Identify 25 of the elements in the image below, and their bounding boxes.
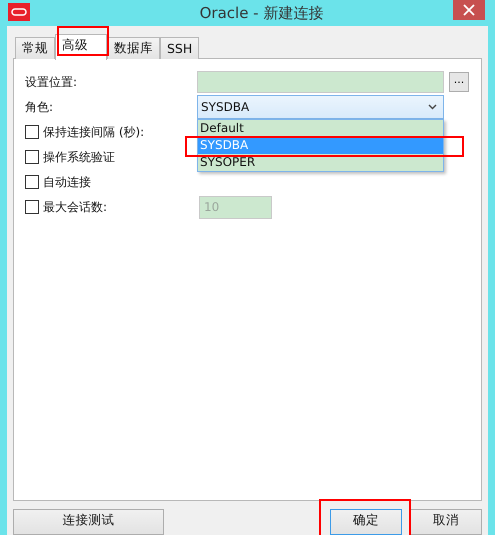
- checkbox[interactable]: [25, 150, 39, 164]
- checkbox[interactable]: [25, 125, 39, 140]
- chevron-icon: [428, 104, 437, 110]
- window-title: Oracle - 新建连接: [198, 4, 324, 22]
- dropdown-option[interactable]: Default: [198, 120, 443, 138]
- dialog-button[interactable]: 连接测试: [13, 509, 164, 535]
- checkbox-label: 操作系统验证: [43, 148, 116, 166]
- checkbox[interactable]: [25, 175, 39, 190]
- checkbox-label: 最大会话数:: [43, 198, 108, 216]
- dialog-button[interactable]: 取消: [410, 509, 482, 535]
- checkbox-label: 自动连接: [43, 174, 92, 191]
- close-icon: [463, 4, 475, 16]
- checkbox-label: 保持连接间隔 (秒):: [43, 124, 146, 141]
- field-label: 设置位置:: [25, 74, 78, 91]
- app-icon: [8, 3, 30, 21]
- dialog-button[interactable]: 确定: [330, 509, 402, 535]
- close-button[interactable]: [453, 0, 485, 20]
- role-dropdown[interactable]: SYSDBA: [197, 95, 444, 120]
- tab[interactable]: SSH: [160, 36, 200, 59]
- tab[interactable]: 数据库: [107, 36, 160, 59]
- location-field[interactable]: [197, 71, 444, 94]
- browse-button[interactable]: ...: [449, 72, 469, 92]
- tab[interactable]: 常规: [15, 36, 55, 59]
- field-label: 角色:: [25, 98, 54, 116]
- dropdown-option[interactable]: SYSOPER: [198, 154, 443, 172]
